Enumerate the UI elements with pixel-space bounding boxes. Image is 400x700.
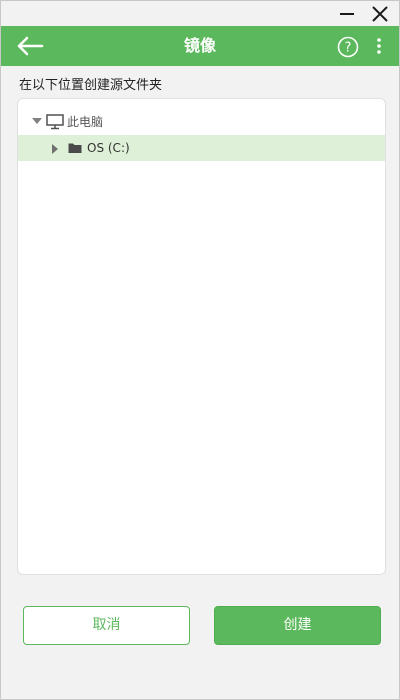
caret-down-icon[interactable] [32,118,42,126]
close-button[interactable] [364,1,396,26]
help-button[interactable]: ? [337,36,359,58]
caret-right-icon[interactable] [52,144,59,154]
folder-icon [68,143,82,153]
minimize-icon [340,13,354,15]
monitor-icon [46,114,64,130]
tree-node-this-pc[interactable]: 此电脑 [18,109,385,135]
svg-text:?: ? [345,41,352,56]
tree-node-label: OS (C:) [87,141,130,155]
more-options-button[interactable] [371,36,387,56]
arrow-left-icon [17,36,44,56]
folder-tree: 此电脑 OS (C:) [17,98,386,575]
tree-node-os-drive[interactable]: OS (C:) [18,135,385,161]
cancel-button[interactable]: 取消 [23,606,190,645]
more-vertical-icon [377,38,381,54]
close-icon [372,6,388,22]
location-prompt: 在以下位置创建源文件夹 [19,78,163,93]
tree-node-label: 此电脑 [67,115,104,129]
window-titlebar [1,1,399,26]
back-button[interactable] [13,31,47,61]
mirror-dialog-window: 镜像 ? 在以下位置创建源文件夹 此电脑 OS (C:) 取消 创建 [0,0,400,700]
minimize-button[interactable] [331,1,363,26]
header-bar: 镜像 ? [1,26,399,66]
help-circle-icon: ? [337,36,359,58]
create-button[interactable]: 创建 [214,606,381,645]
